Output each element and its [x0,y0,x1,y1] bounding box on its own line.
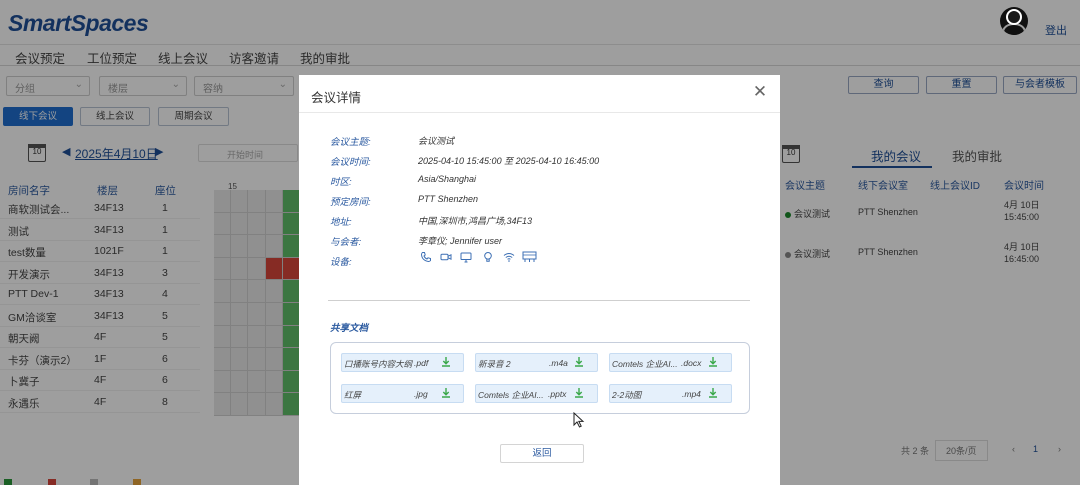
document-chip[interactable]: 新录音 2 .m4a [475,353,598,372]
shared-docs-title: 共享文档 [330,323,369,334]
document-ext: .docx [681,358,702,368]
meeting-detail-modal: 会议详情 ✕ 会议主题: 会议测试 会议时间: 2025-04-10 15:45… [299,75,780,485]
phone-icon [420,252,431,263]
field-value-attendees: 李章仪; Jennifer user [418,236,503,246]
document-name: Comtels 企业AI... [612,359,678,369]
field-label-time: 会议时间: [330,157,371,168]
equipment-icons [418,251,548,265]
mouse-cursor-icon [573,412,585,428]
field-label-subject: 会议主题: [330,137,371,148]
download-icon[interactable] [572,386,586,400]
section-divider [328,300,750,301]
field-label-attendees: 与会者: [330,237,362,248]
close-icon[interactable]: ✕ [751,83,769,101]
field-value-timezone: Asia/Shanghai [418,174,477,184]
download-icon[interactable] [572,355,586,369]
document-name: 红屏 [344,390,362,400]
document-chip[interactable]: 口播账号内容大纲 .pdf [341,353,464,372]
document-chip[interactable]: 2-2动图 .mp4 [609,384,732,403]
back-button[interactable]: 返回 [500,444,584,463]
document-name: 2-2动图 [612,390,642,400]
document-ext: .jpg [414,389,428,399]
shared-docs-box: 口播账号内容大纲 .pdf 新录音 2 .m4a Comtels 企业AI...… [330,342,750,414]
wifi-icon [503,253,515,262]
document-name: Comtels 企业AI... [478,390,544,400]
document-ext: .pdf [414,358,429,368]
document-ext: .mp4 [682,389,701,399]
screen-icon [460,252,472,263]
field-label-equipment: 设备: [330,257,352,268]
document-name: 新录音 2 [478,359,511,369]
document-chip[interactable]: Comtels 企业AI... .docx [609,353,732,372]
modal-header: 会议详情 ✕ [299,75,780,113]
document-ext: .pptx [548,389,567,399]
document-chip[interactable]: 红屏 .jpg [341,384,464,403]
field-value-address: 中国,深圳市,鸿昌广场,34F13 [418,216,533,226]
field-label-address: 地址: [330,217,352,228]
download-icon[interactable] [706,355,720,369]
document-chip[interactable]: Comtels 企业AI... .pptx [475,384,598,403]
field-value-room: PTT Shenzhen [418,194,479,204]
projector-icon [522,251,537,262]
document-ext: .m4a [549,358,568,368]
field-label-room: 预定房间: [330,197,371,208]
download-icon[interactable] [439,386,453,400]
modal-title: 会议详情 [311,91,362,105]
field-value-time: 2025-04-10 15:45:00 至 2025-04-10 16:45:0… [418,156,600,166]
document-name: 口播账号内容大纲 [344,359,413,369]
video-camera-icon [440,253,452,261]
lightbulb-icon [484,252,492,262]
field-value-subject: 会议测试 [418,136,455,146]
field-label-timezone: 时区: [330,177,352,188]
download-icon[interactable] [439,355,453,369]
download-icon[interactable] [706,386,720,400]
